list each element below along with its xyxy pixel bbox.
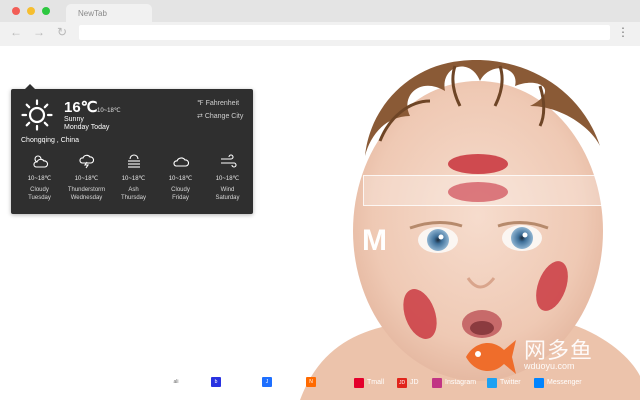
forecast-day: 10~18℃ Thunderstorm Wednesday xyxy=(63,153,110,202)
search-box[interactable] xyxy=(363,175,640,206)
tab-bar: NewTab xyxy=(0,0,640,22)
ali-icon: ali xyxy=(171,377,181,388)
fahrenheit-toggle[interactable]: ℉ Fahrenheit xyxy=(197,99,239,107)
reload-icon[interactable]: ↻ xyxy=(57,25,67,39)
temperature-range: 10~18℃ xyxy=(97,108,121,114)
forecast-day: 10~18℃ Cloudy Tuesday xyxy=(16,153,63,202)
forecast-day: 10~18℃ Cloudy Friday xyxy=(157,153,204,202)
forecast-weekday: Saturday xyxy=(215,195,240,201)
brand-letter: M xyxy=(362,224,387,257)
forecast-condition: Cloudy xyxy=(30,187,49,193)
fahrenheit-label: Fahrenheit xyxy=(205,100,240,107)
forecast-weekday: Friday xyxy=(172,195,189,201)
jd-icon: JD xyxy=(397,378,407,388)
cloudy-sun-icon xyxy=(32,155,48,168)
watermark: 网多鱼 wduoyu.com xyxy=(463,333,603,388)
thunderstorm-icon xyxy=(78,154,94,169)
link-label: JD xyxy=(410,379,419,386)
forecast-range: 10~18℃ xyxy=(168,176,193,182)
link-tmall[interactable]: Tmall xyxy=(354,377,384,389)
minimize-window-button[interactable] xyxy=(27,7,35,15)
wind-icon xyxy=(220,154,237,168)
current-condition: Sunny xyxy=(64,116,84,123)
current-day: Monday Today xyxy=(64,124,110,131)
kebab-menu-icon[interactable]: ⋮ xyxy=(617,25,629,39)
change-city-button[interactable]: ⇄ Change City xyxy=(197,112,243,120)
ash-icon xyxy=(127,154,140,168)
forecast-range: 10~18℃ xyxy=(27,176,52,182)
forecast-range: 10~18℃ xyxy=(215,176,240,182)
browser-chrome: NewTab ← → ↻ ⋮ xyxy=(0,0,640,46)
forecast-condition: Wind xyxy=(220,187,235,193)
link-label: Tmall xyxy=(367,379,385,386)
sun-icon xyxy=(21,99,53,131)
tab-title: NewTab xyxy=(78,9,107,18)
link-n[interactable]: N xyxy=(306,377,319,389)
forecast-weekday: Tuesday xyxy=(28,195,51,201)
swap-icon: ⇄ xyxy=(197,113,205,120)
fahrenheit-icon: ℉ xyxy=(197,100,206,107)
baidu-icon: b xyxy=(211,377,221,388)
forecast-list: 10~18℃ Cloudy Tuesday 10~18℃ Thunderstor… xyxy=(16,153,251,202)
maximize-window-button[interactable] xyxy=(42,7,50,15)
jira-icon: J xyxy=(262,377,272,388)
forecast-range: 10~18℃ xyxy=(121,176,146,182)
weather-popup: 16℃ 10~18℃ Sunny Monday Today ℉ Fahrenhe… xyxy=(11,84,253,214)
arrow-left-icon[interactable]: ← xyxy=(10,25,22,39)
location-label: Chongqing , China xyxy=(21,137,79,144)
forecast-weekday: Wednesday xyxy=(70,195,103,201)
forecast-day: 10~18℃ Ash Thursday xyxy=(110,153,157,202)
link-b[interactable]: b xyxy=(211,377,224,389)
tab-newtab[interactable]: NewTab xyxy=(66,4,152,22)
forecast-weekday: Thursday xyxy=(120,195,146,201)
forecast-range: 10~18℃ xyxy=(74,176,99,182)
forecast-condition: Cloudy xyxy=(171,187,190,193)
cloud-icon xyxy=(172,157,189,167)
link-ali[interactable]: ali xyxy=(171,377,184,389)
instagram-icon xyxy=(432,378,442,388)
address-bar[interactable] xyxy=(79,25,610,40)
arrow-right-icon[interactable]: → xyxy=(33,25,45,39)
forecast-condition: Thunderstorm xyxy=(67,187,106,193)
tmall-icon xyxy=(354,378,364,388)
close-window-button[interactable] xyxy=(12,7,20,15)
watermark-url: wduoyu.com xyxy=(524,361,575,371)
forecast-day: 10~18℃ Wind Saturday xyxy=(204,153,251,202)
n-icon: N xyxy=(306,377,316,388)
link-jd[interactable]: JD JD xyxy=(397,377,419,389)
link-j[interactable]: J xyxy=(262,377,275,389)
forecast-condition: Ash xyxy=(128,187,139,193)
current-temperature: 16℃ xyxy=(64,99,98,116)
change-city-label: Change City xyxy=(204,113,244,120)
